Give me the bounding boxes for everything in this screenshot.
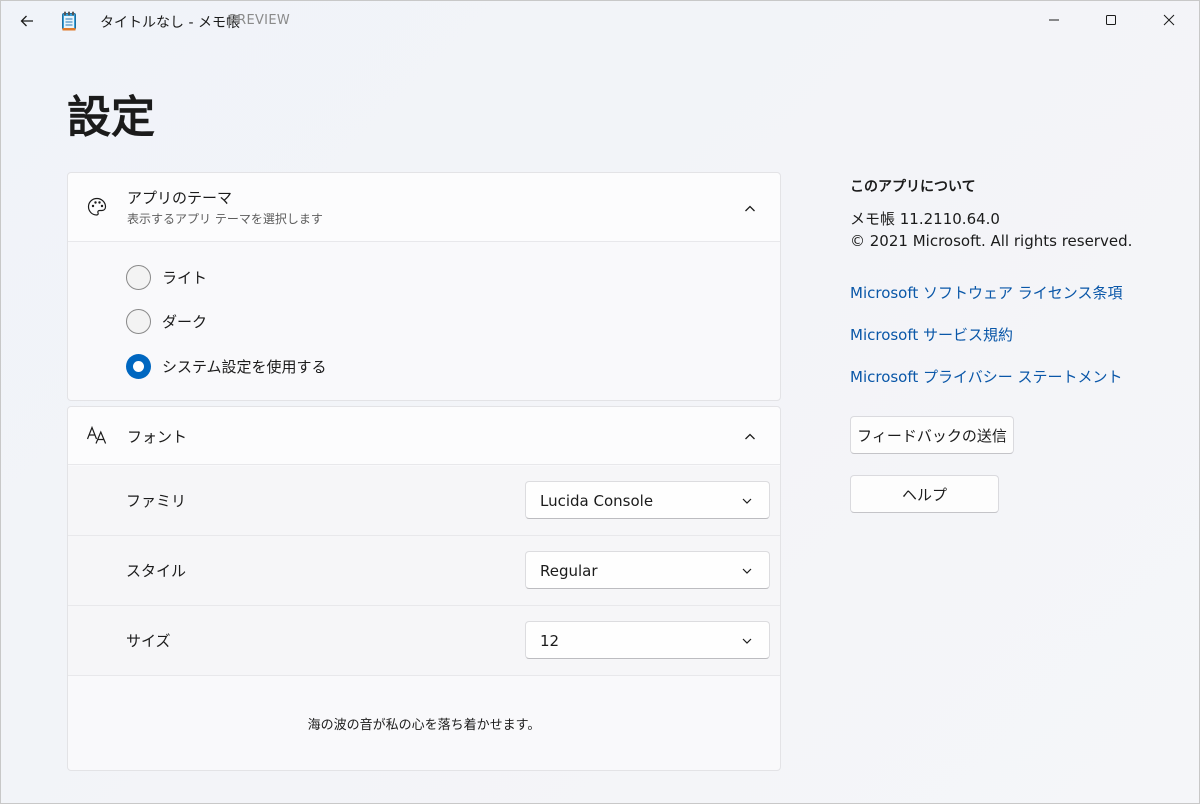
chevron-up-icon[interactable] xyxy=(742,201,758,217)
font-size-dropdown[interactable]: 12 xyxy=(525,621,770,659)
about-copyright: © 2021 Microsoft. All rights reserved. xyxy=(850,232,1133,250)
font-style-dropdown[interactable]: Regular xyxy=(525,551,770,589)
services-agreement-link[interactable]: Microsoft サービス規約 xyxy=(850,324,1013,345)
font-icon xyxy=(86,425,107,444)
radio-system[interactable] xyxy=(126,353,151,379)
font-family-label: ファミリ xyxy=(126,492,187,510)
help-button[interactable]: ヘルプ xyxy=(850,475,999,513)
close-button[interactable] xyxy=(1146,1,1192,39)
theme-settings-card: アプリのテーマ 表示するアプリ テーマを選択します ライト ダーク システム設定… xyxy=(67,172,781,401)
license-terms-link[interactable]: Microsoft ソフトウェア ライセンス条項 xyxy=(850,282,1123,303)
maximize-icon xyxy=(1106,15,1116,25)
theme-card-title: アプリのテーマ xyxy=(127,189,233,207)
minimize-button[interactable] xyxy=(1031,1,1077,39)
chevron-up-icon[interactable] xyxy=(742,429,758,445)
about-version: メモ帳 11.2110.64.0 xyxy=(850,210,1000,228)
chevron-down-icon xyxy=(742,638,752,644)
notepad-app-icon xyxy=(62,11,76,31)
theme-option-light[interactable]: ライト xyxy=(126,262,207,292)
theme-card-subtitle: 表示するアプリ テーマを選択します xyxy=(127,212,323,226)
send-feedback-button[interactable]: フィードバックの送信 xyxy=(850,416,1014,454)
font-preview-text: 海の波の音が私の心を落ち着かせます。 xyxy=(307,718,541,733)
page-title: 設定 xyxy=(67,92,155,143)
chevron-down-icon xyxy=(742,498,752,504)
theme-option-dark[interactable]: ダーク xyxy=(126,306,207,336)
back-button[interactable] xyxy=(9,5,45,37)
privacy-statement-link[interactable]: Microsoft プライバシー ステートメント xyxy=(850,366,1123,387)
font-style-label: スタイル xyxy=(126,562,187,580)
about-title: このアプリについて xyxy=(850,179,976,195)
font-size-label: サイズ xyxy=(126,632,171,650)
radio-light[interactable] xyxy=(126,264,151,290)
notepad-settings-window: タイトルなし - メモ帳 PREVIEW 設定 アプリのテーマ 表示するアプリ … xyxy=(0,0,1200,804)
preview-tag: PREVIEW xyxy=(229,13,290,28)
font-size-value: 12 xyxy=(540,632,560,650)
theme-card-header[interactable]: アプリのテーマ 表示するアプリ テーマを選択します xyxy=(68,173,780,242)
font-settings-card: フォント ファミリ Lucida Console スタイル Regular サイ… xyxy=(67,406,781,771)
palette-icon xyxy=(87,197,107,216)
font-card-header[interactable]: フォント xyxy=(68,407,780,465)
maximize-button[interactable] xyxy=(1088,1,1134,39)
back-arrow-icon xyxy=(20,15,33,27)
title-bar: タイトルなし - メモ帳 PREVIEW xyxy=(1,1,1199,41)
close-icon xyxy=(1163,14,1175,26)
font-family-dropdown[interactable]: Lucida Console xyxy=(525,481,770,519)
theme-option-system[interactable]: システム設定を使用する xyxy=(126,351,327,381)
font-size-row: サイズ 12 xyxy=(68,606,780,676)
font-family-row: ファミリ Lucida Console xyxy=(68,466,780,536)
font-style-row: スタイル Regular xyxy=(68,536,780,606)
chevron-down-icon xyxy=(742,568,752,574)
font-style-value: Regular xyxy=(540,562,598,580)
radio-dark[interactable] xyxy=(126,308,151,334)
font-card-title: フォント xyxy=(127,428,188,446)
radio-label-dark: ダーク xyxy=(162,312,208,331)
radio-label-light: ライト xyxy=(162,268,208,287)
font-family-value: Lucida Console xyxy=(540,492,654,510)
minimize-icon xyxy=(1049,19,1059,21)
window-title: タイトルなし - メモ帳 xyxy=(100,15,240,31)
radio-label-system: システム設定を使用する xyxy=(162,357,327,376)
